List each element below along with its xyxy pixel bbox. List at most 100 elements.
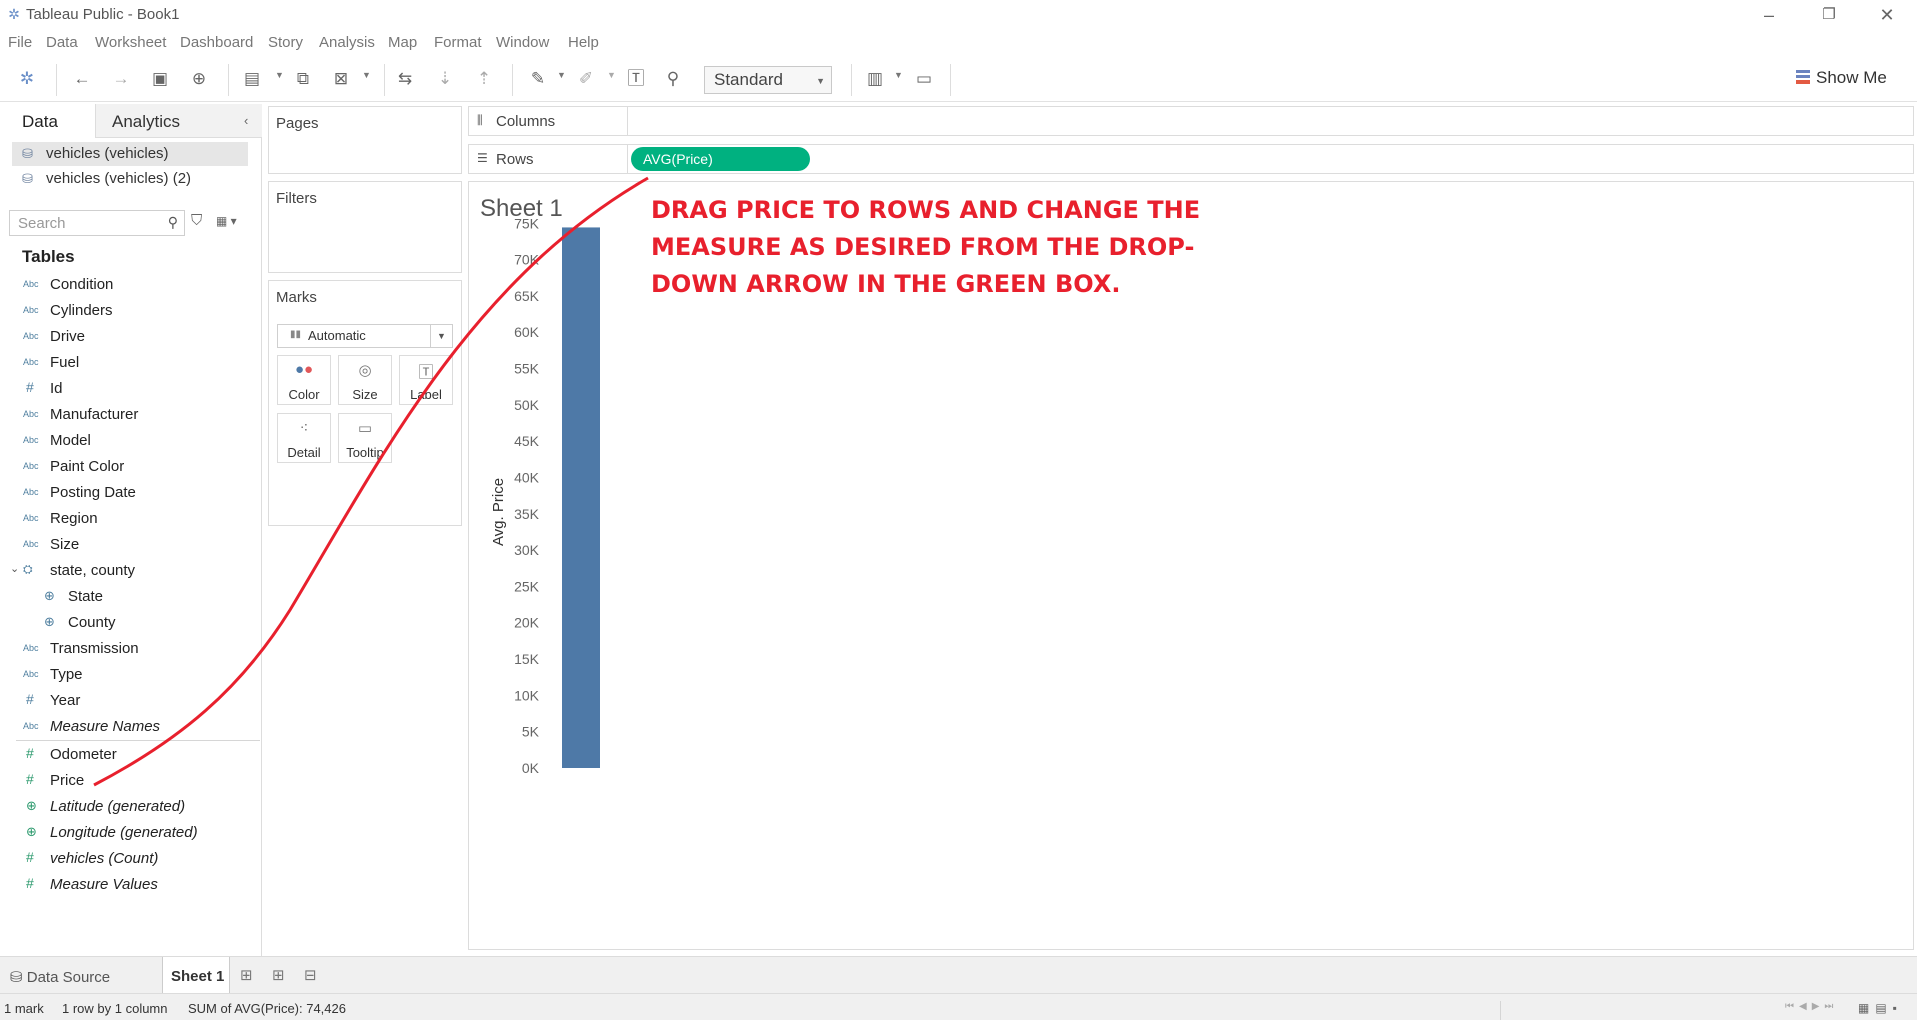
pages-shelf[interactable]: Pages (268, 106, 462, 174)
filters-shelf[interactable]: Filters (268, 181, 462, 273)
columns-shelf[interactable]: ⫼ Columns (468, 106, 1914, 136)
field-measure-values[interactable]: # Measure Values (0, 874, 260, 898)
tab-sheet-1[interactable]: Sheet 1 (162, 957, 230, 993)
menu-worksheet[interactable]: Worksheet (95, 34, 166, 51)
tab-data[interactable]: Data (0, 104, 96, 138)
globe-icon: ⊕ (26, 798, 37, 813)
sheet-navigation-icon[interactable]: ⏮◀▶⏭ (1785, 1001, 1838, 1012)
collapse-pane-icon[interactable]: ‹ (244, 113, 248, 128)
columns-label: Columns (496, 113, 556, 130)
field-year[interactable]: # Year (0, 690, 260, 714)
field-state[interactable]: ⊕ State (0, 586, 260, 610)
field-latitude[interactable]: ⊕ Latitude (generated) (0, 796, 260, 820)
menu-window[interactable]: Window (496, 34, 549, 51)
new-worksheet-icon[interactable]: ⊞ (240, 966, 253, 984)
clear-sheet-dropdown-icon[interactable]: ▼ (362, 70, 371, 80)
menu-dashboard[interactable]: Dashboard (180, 34, 253, 51)
field-manufacturer[interactable]: Abc Manufacturer (0, 404, 260, 428)
menu-data[interactable]: Data (46, 34, 78, 51)
globe-icon: ⊕ (26, 824, 37, 839)
color-button[interactable]: ●● Color (277, 355, 331, 405)
new-dashboard-icon[interactable]: ⊞ (272, 966, 285, 984)
field-type[interactable]: Abc Type (0, 664, 260, 688)
rows-shelf[interactable]: ☰ Rows AVG(Price) (468, 144, 1914, 174)
menu-analysis[interactable]: Analysis (319, 34, 375, 51)
minimize-icon[interactable]: – (1746, 2, 1792, 28)
duplicate-sheet-icon[interactable]: ⧉ (292, 68, 314, 90)
detail-button[interactable]: ⁖ Detail (277, 413, 331, 463)
menu-map[interactable]: Map (388, 34, 417, 51)
size-icon: ◎ (358, 362, 372, 379)
fit-mode-select[interactable]: Standard ▼ (704, 66, 832, 94)
globe-icon: ⊕ (44, 614, 55, 629)
number-type-icon: # (26, 875, 34, 891)
datasource-item[interactable]: ⛁ vehicles (vehicles) (2) (12, 167, 248, 191)
mark-type-select[interactable]: ▮▮ Automatic ▼ (277, 324, 453, 348)
field-transmission[interactable]: Abc Transmission (0, 638, 260, 662)
chevron-down-icon: ▼ (816, 76, 825, 86)
sheet-view-icon[interactable]: ▦▤▪ (1858, 1001, 1903, 1015)
field-odometer[interactable]: # Odometer (0, 744, 260, 768)
field-measure-names[interactable]: Abc Measure Names (0, 716, 260, 740)
string-type-icon: Abc (23, 305, 39, 315)
field-vehicles-count[interactable]: # vehicles (Count) (0, 848, 260, 872)
highlight-dropdown-icon[interactable]: ▼ (557, 70, 566, 80)
save-icon[interactable]: ▣ (149, 68, 171, 90)
new-datasource-icon[interactable]: ⊕ (188, 68, 210, 90)
field-fuel[interactable]: Abc Fuel (0, 352, 260, 376)
fix-axes-icon[interactable]: ⚲ (662, 68, 684, 90)
size-button[interactable]: ◎ Size (338, 355, 392, 405)
tableau-home-icon[interactable]: ✲ (16, 68, 38, 90)
field-paint-color[interactable]: Abc Paint Color (0, 456, 260, 480)
field-drive[interactable]: Abc Drive (0, 326, 260, 350)
field-price[interactable]: # Price (0, 770, 260, 794)
group-dropdown-icon[interactable]: ▼ (607, 70, 616, 80)
field-county[interactable]: ⊕ County (0, 612, 260, 636)
new-story-icon[interactable]: ⊟ (304, 966, 317, 984)
presentation-mode-icon[interactable]: ▭ (913, 68, 935, 90)
redo-icon[interactable]: → (110, 68, 132, 90)
menu-file[interactable]: File (8, 34, 32, 51)
show-cards-dropdown-icon[interactable]: ▼ (894, 70, 903, 80)
group-members-icon[interactable]: ✐ (575, 68, 597, 90)
show-me-button[interactable]: Show Me (1796, 68, 1887, 88)
tab-data-source[interactable]: ⛁ Data Source (0, 957, 160, 993)
field-label: Region (50, 510, 98, 527)
avg-price-pill[interactable]: AVG(Price) (631, 147, 810, 171)
tooltip-button[interactable]: ▭ Tooltip (338, 413, 392, 463)
field-cylinders[interactable]: Abc Cylinders (0, 300, 260, 324)
field-region[interactable]: Abc Region (0, 508, 260, 532)
field-longitude[interactable]: ⊕ Longitude (generated) (0, 822, 260, 846)
chevron-down-icon[interactable]: ⌄ (10, 562, 19, 575)
close-icon[interactable]: ✕ (1864, 2, 1910, 28)
label-button[interactable]: 🅃 Label (399, 355, 453, 405)
show-cards-icon[interactable]: ▥ (864, 68, 886, 90)
sort-ascending-icon[interactable]: ⇣ (434, 68, 456, 90)
menu-story[interactable]: Story (268, 34, 303, 51)
field-posting-date[interactable]: Abc Posting Date (0, 482, 260, 506)
tab-analytics[interactable]: Analytics (96, 104, 262, 138)
menu-format[interactable]: Format (434, 34, 482, 51)
bar-avg-price[interactable] (562, 227, 600, 769)
restore-icon[interactable]: ❐ (1806, 2, 1852, 28)
field-id[interactable]: # Id (0, 378, 260, 402)
filter-icon[interactable]: ⛉ (191, 212, 202, 229)
datasource-item[interactable]: ⛁ vehicles (vehicles) (12, 142, 248, 166)
field-size[interactable]: Abc Size (0, 534, 260, 558)
field-search-input[interactable]: Search ⚲ (9, 210, 185, 236)
undo-icon[interactable]: ← (71, 68, 93, 90)
number-type-icon: # (26, 771, 34, 787)
swap-rows-columns-icon[interactable]: ⇆ (394, 68, 416, 90)
field-condition[interactable]: Abc Condition (0, 274, 260, 298)
filters-title: Filters (276, 190, 317, 207)
highlight-icon[interactable]: ✎ (527, 68, 549, 90)
new-worksheet-icon[interactable]: ▤ (241, 68, 263, 90)
sort-descending-icon[interactable]: ⇡ (473, 68, 495, 90)
menu-help[interactable]: Help (568, 34, 599, 51)
field-state-county-hierarchy[interactable]: ⌄ ⛭ state, county (0, 560, 260, 584)
show-mark-labels-icon[interactable]: 🅃 (625, 68, 647, 90)
new-worksheet-dropdown-icon[interactable]: ▼ (275, 70, 284, 80)
view-options-icon[interactable]: ▦ ▾ (216, 214, 237, 228)
field-model[interactable]: Abc Model (0, 430, 260, 454)
clear-sheet-icon[interactable]: ⊠ (330, 68, 352, 90)
